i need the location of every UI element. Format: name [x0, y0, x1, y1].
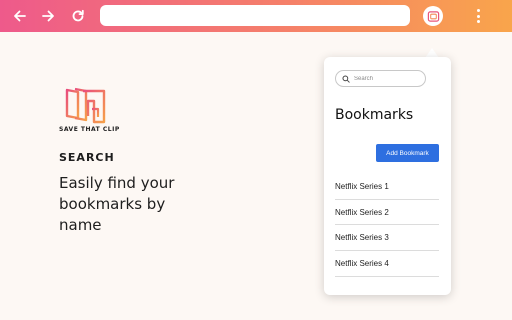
arrow-right-icon	[42, 10, 54, 22]
popup-title: Bookmarks	[335, 107, 414, 123]
section-title: SEARCH	[59, 151, 115, 164]
bookmark-item[interactable]: Netflix Series 4	[335, 251, 439, 277]
reload-button[interactable]	[68, 6, 88, 26]
bookmarks-popup: Bookmarks Add Bookmark Netflix Series 1 …	[324, 57, 451, 295]
back-button[interactable]	[10, 6, 30, 26]
bookmark-item[interactable]: Netflix Series 2	[335, 200, 439, 226]
search-icon	[342, 74, 350, 83]
kebab-dot	[476, 14, 480, 18]
reload-icon	[72, 9, 84, 22]
extension-button[interactable]	[423, 6, 443, 26]
bookmark-item[interactable]: Netflix Series 1	[335, 174, 439, 200]
save-that-clip-logo-icon	[427, 10, 439, 22]
search-input[interactable]	[354, 72, 424, 85]
bookmark-item[interactable]: Netflix Series 3	[335, 225, 439, 252]
browser-menu-button[interactable]	[472, 7, 484, 25]
forward-button[interactable]	[38, 6, 58, 26]
arrow-left-icon	[14, 10, 26, 22]
add-bookmark-button[interactable]: Add Bookmark	[376, 144, 439, 162]
search-box[interactable]	[335, 70, 426, 87]
kebab-dot	[476, 9, 480, 12]
browser-toolbar	[0, 0, 512, 32]
save-that-clip-logo-icon	[65, 87, 106, 124]
tagline: Easily find your bookmarks by name	[59, 174, 175, 234]
kebab-dot	[476, 20, 480, 23]
bookmark-list: Netflix Series 1 Netflix Series 2 Netfli…	[335, 174, 439, 277]
address-bar[interactable]	[100, 5, 410, 26]
brand-name: SAVE THAT CLIP	[59, 126, 120, 133]
